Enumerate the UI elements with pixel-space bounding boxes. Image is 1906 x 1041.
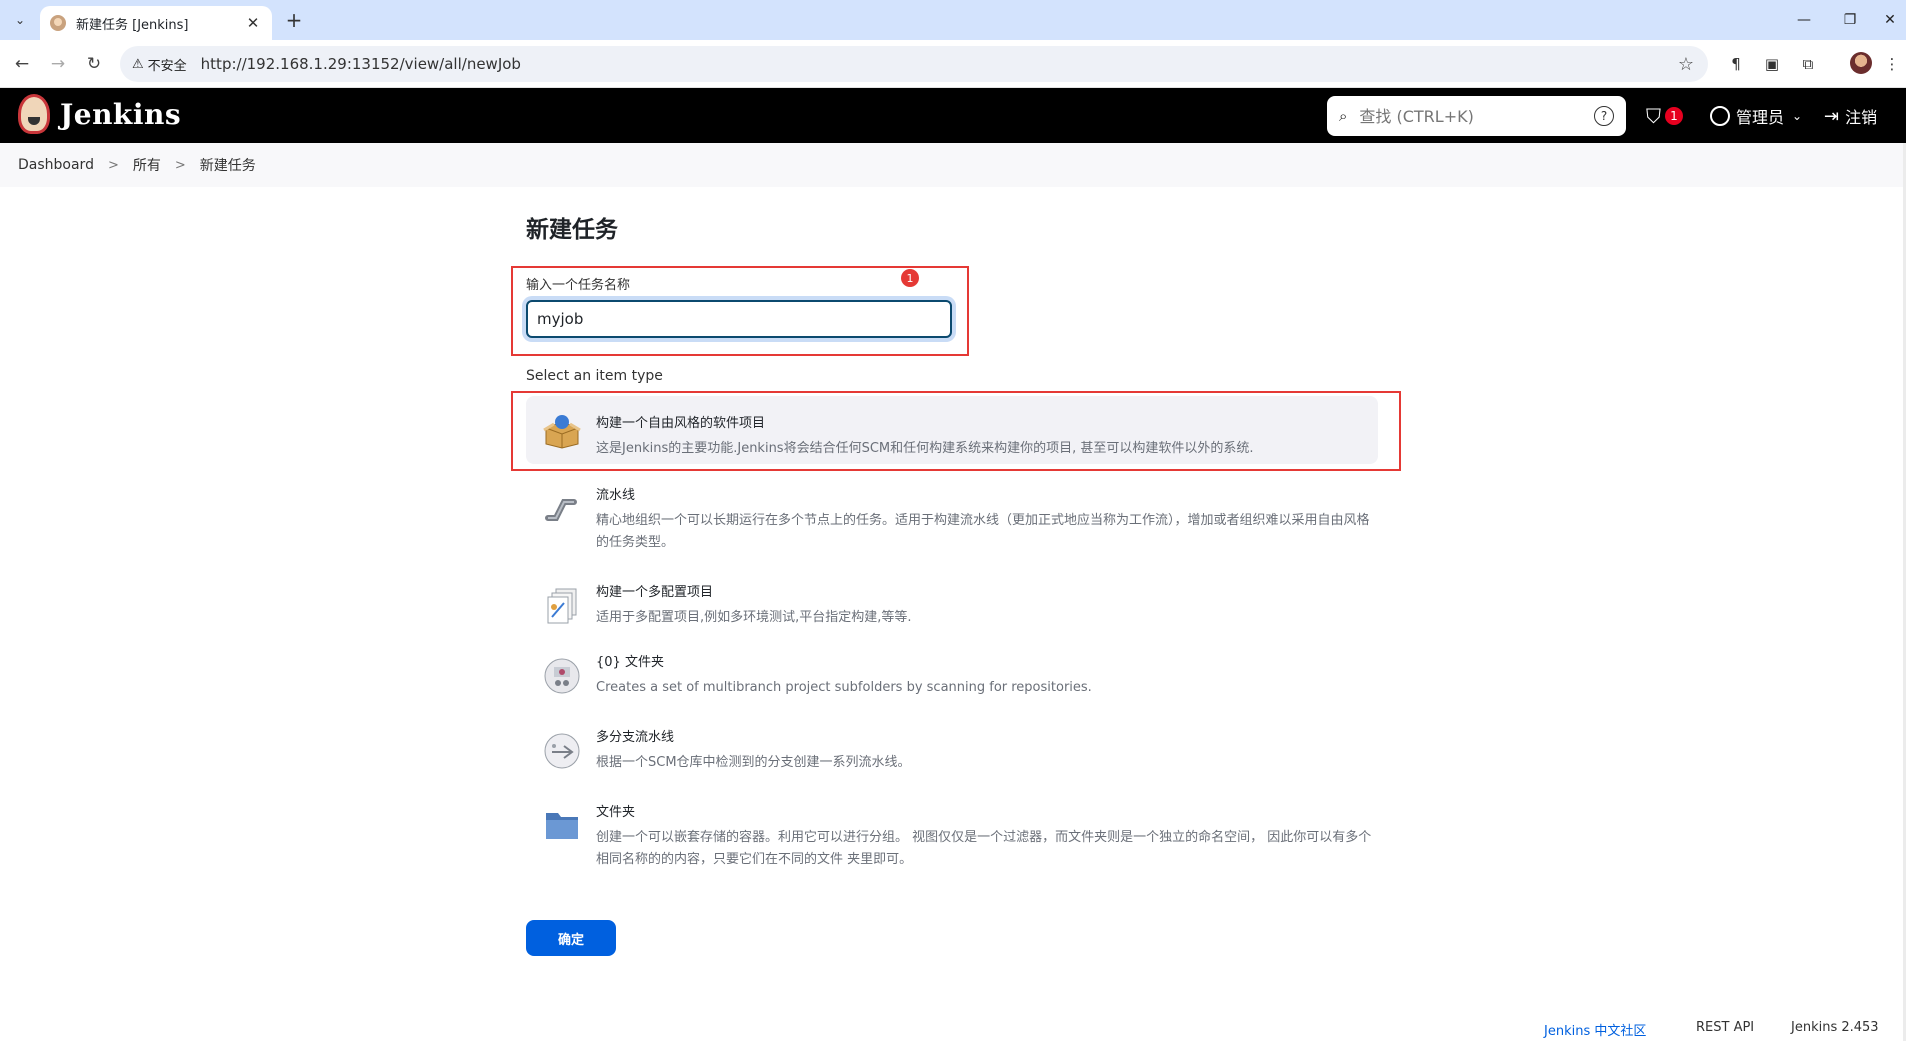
help-icon[interactable]: ? bbox=[1594, 106, 1614, 126]
address-bar[interactable]: ⚠ 不安全 http://192.168.1.29:13152/view/all… bbox=[120, 46, 1708, 82]
new-tab-icon[interactable]: + bbox=[282, 8, 306, 32]
tab-title: 新建任务 [Jenkins] bbox=[76, 17, 189, 33]
org-folder-icon bbox=[544, 658, 580, 694]
item-type-pipeline[interactable]: 流水线 精心地组织一个可以长期运行在多个节点上的任务。适用于构建流水线（更加正式… bbox=[526, 484, 1378, 554]
jenkins-butler-icon bbox=[18, 94, 50, 134]
profile-avatar[interactable] bbox=[1850, 52, 1872, 74]
item-description: 精心地组织一个可以长期运行在多个节点上的任务。适用于构建流水线（更加正式地应当称… bbox=[596, 513, 1370, 550]
search-icon: ⌕ bbox=[1339, 107, 1348, 125]
search-input[interactable] bbox=[1359, 106, 1594, 126]
folder-icon bbox=[546, 813, 578, 839]
chevron-down-icon: ⌄ bbox=[1792, 109, 1803, 123]
user-icon bbox=[1710, 106, 1730, 126]
search-box[interactable]: ⌕ ? bbox=[1327, 96, 1626, 136]
logo-text: Jenkins bbox=[60, 97, 182, 131]
item-type-multibranch[interactable]: 多分支流水线 根据一个SCM仓库中检测到的分支创建一系列流水线。 bbox=[526, 726, 1378, 774]
minimize-icon[interactable]: — bbox=[1792, 8, 1816, 32]
confirm-button[interactable]: 确定 bbox=[526, 920, 616, 956]
page-title: 新建任务 bbox=[526, 217, 618, 243]
logout-link[interactable]: ⇥ 注销 bbox=[1824, 104, 1877, 128]
logout-label: 注销 bbox=[1845, 108, 1878, 127]
multibranch-icon bbox=[544, 733, 580, 769]
tab-search-icon[interactable]: ⌄ bbox=[8, 8, 32, 32]
multiconfig-icon bbox=[547, 588, 577, 624]
alert-count-badge: 1 bbox=[1665, 107, 1683, 125]
freestyle-box-icon bbox=[543, 415, 581, 449]
user-menu[interactable]: 管理员 ⌄ bbox=[1710, 104, 1802, 128]
bookmark-star-icon[interactable]: ☆ bbox=[1678, 54, 1694, 75]
item-type-folder[interactable]: 文件夹 创建一个可以嵌套存储的容器。利用它可以进行分组。 视图仅仅是一个过滤器，… bbox=[526, 801, 1378, 871]
item-title: {0} 文件夹 bbox=[596, 655, 664, 670]
jenkins-favicon-icon bbox=[50, 15, 66, 31]
item-title: 多分支流水线 bbox=[596, 730, 675, 745]
reload-icon[interactable]: ↻ bbox=[82, 52, 106, 76]
item-description: 这是Jenkins的主要功能.Jenkins将会结合任何SCM和任何构建系统来构… bbox=[596, 441, 1254, 456]
item-type-freestyle[interactable]: 构建一个自由风格的软件项目 这是Jenkins的主要功能.Jenkins将会结合… bbox=[526, 396, 1378, 464]
warning-icon: ⚠ bbox=[132, 56, 144, 72]
close-tab-icon[interactable]: ✕ bbox=[244, 14, 262, 32]
url-text[interactable]: http://192.168.1.29:13152/view/all/newJo… bbox=[201, 55, 521, 73]
item-type-label: Select an item type bbox=[526, 368, 663, 384]
browser-toolbar: ← → ↻ ⚠ 不安全 http://192.168.1.29:13152/vi… bbox=[0, 40, 1906, 88]
browser-tabstrip: ⌄ 新建任务 [Jenkins] ✕ + — ❐ ✕ bbox=[0, 0, 1906, 40]
jenkins-logo[interactable]: Jenkins bbox=[18, 94, 181, 134]
user-name: 管理员 bbox=[1736, 108, 1785, 127]
item-title: 构建一个自由风格的软件项目 bbox=[596, 416, 766, 431]
security-label: 不安全 bbox=[147, 58, 187, 74]
item-type-org-folder[interactable]: {0} 文件夹 Creates a set of multibranch pro… bbox=[526, 651, 1378, 699]
job-name-input[interactable] bbox=[526, 300, 952, 338]
extension-icon[interactable]: ▣ bbox=[1760, 52, 1784, 76]
new-job-form: 新建任务 1 输入一个任务名称 Select an item type 2 构建… bbox=[511, 210, 1401, 956]
item-description: Creates a set of multibranch project sub… bbox=[596, 680, 1092, 695]
item-title: 构建一个多配置项目 bbox=[596, 585, 714, 600]
extension-pin-icon[interactable]: ¶ bbox=[1724, 52, 1748, 76]
chevron-right-icon: > bbox=[107, 157, 119, 173]
security-alert[interactable]: ⛉ 1 bbox=[1646, 104, 1683, 128]
browser-tab[interactable]: 新建任务 [Jenkins] ✕ bbox=[40, 6, 272, 40]
close-window-icon[interactable]: ✕ bbox=[1878, 8, 1902, 32]
job-name-label: 输入一个任务名称 bbox=[526, 278, 631, 293]
forward-icon[interactable]: → bbox=[46, 52, 70, 76]
chevron-right-icon: > bbox=[174, 157, 186, 173]
annotation-marker-1: 1 bbox=[901, 269, 919, 287]
jenkins-header: Jenkins ⌕ ? ⛉ 1 管理员 ⌄ ⇥ 注销 bbox=[0, 88, 1906, 143]
breadcrumb-all[interactable]: 所有 bbox=[133, 155, 161, 175]
breadcrumb-dashboard[interactable]: Dashboard bbox=[18, 157, 94, 173]
shield-icon: ⛉ bbox=[1646, 104, 1661, 128]
item-title: 文件夹 bbox=[596, 805, 636, 820]
item-type-multiconfig[interactable]: 构建一个多配置项目 适用于多配置项目,例如多环境测试,平台指定构建,等等. bbox=[526, 581, 1378, 629]
restore-icon[interactable]: ❐ bbox=[1838, 8, 1862, 32]
logout-icon: ⇥ bbox=[1824, 105, 1840, 127]
back-icon[interactable]: ← bbox=[10, 52, 34, 76]
footer-community-link[interactable]: Jenkins 中文社区 bbox=[1544, 1020, 1646, 1039]
item-description: 创建一个可以嵌套存储的容器。利用它可以进行分组。 视图仅仅是一个过滤器，而文件夹… bbox=[596, 830, 1372, 867]
item-description: 适用于多配置项目,例如多环境测试,平台指定构建,等等. bbox=[596, 610, 912, 625]
browser-menu-icon[interactable]: ⋮ bbox=[1880, 52, 1904, 76]
pipeline-icon bbox=[545, 499, 577, 521]
item-description: 根据一个SCM仓库中检测到的分支创建一系列流水线。 bbox=[596, 755, 911, 770]
extensions-puzzle-icon[interactable]: ⧉ bbox=[1796, 52, 1820, 76]
security-chip[interactable]: ⚠ 不安全 bbox=[132, 55, 187, 74]
item-title: 流水线 bbox=[596, 488, 636, 503]
breadcrumb-new-job[interactable]: 新建任务 bbox=[200, 155, 256, 175]
footer-rest-api-link[interactable]: REST API bbox=[1696, 1020, 1754, 1035]
breadcrumb: Dashboard > 所有 > 新建任务 bbox=[0, 143, 1906, 187]
footer-version[interactable]: Jenkins 2.453 bbox=[1791, 1020, 1879, 1035]
